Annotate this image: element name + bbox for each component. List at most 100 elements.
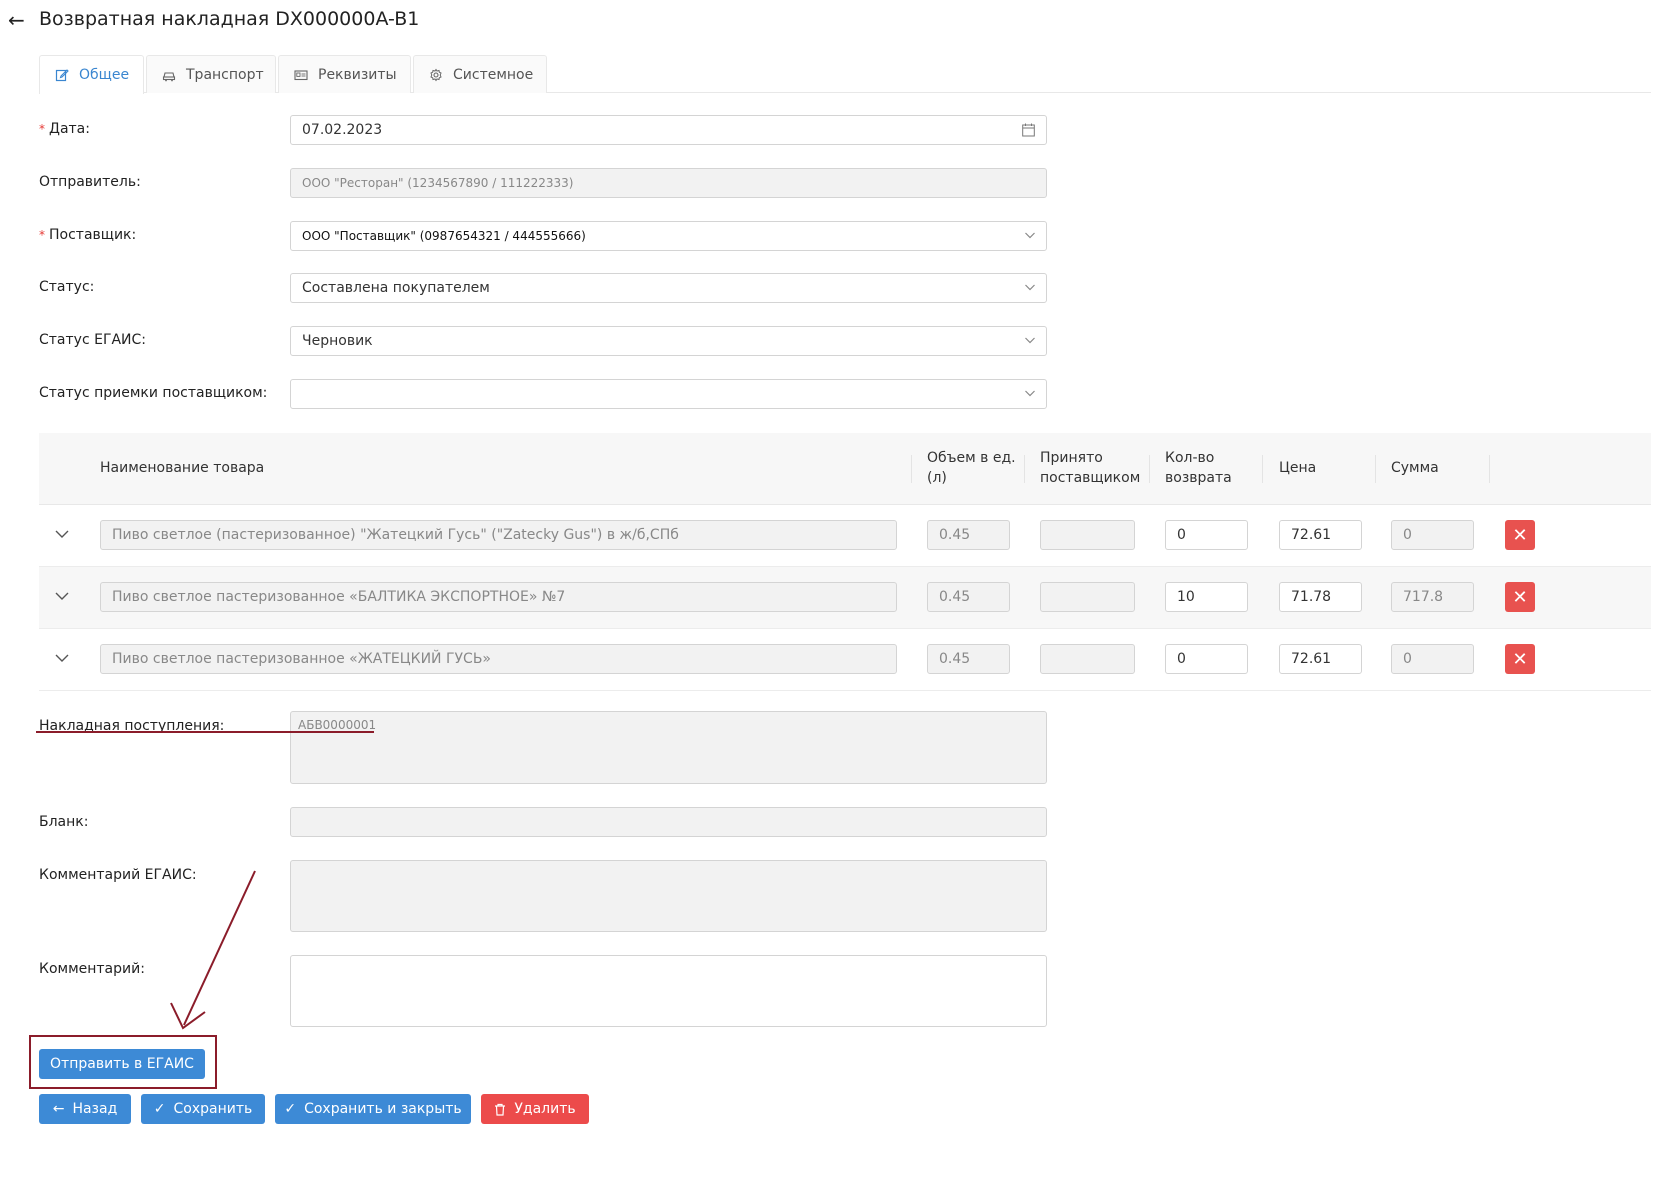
receipt-invoice-field: АБВ0000001	[290, 711, 1047, 784]
check-icon: ✓	[284, 1101, 297, 1117]
product-name-field: Пиво светлое пастеризованное «ЖАТЕЦКИЙ Г…	[100, 644, 897, 674]
supplier-row: * Поставщик: ООО "Поставщик" (0987654321 …	[39, 221, 1049, 251]
calendar-icon[interactable]	[1022, 123, 1035, 137]
header-divider	[1262, 455, 1263, 483]
chevron-down-icon	[1025, 232, 1035, 239]
close-icon: ✕	[1512, 524, 1528, 546]
sender-row: Отправитель: ООО "Ресторан" (1234567890 …	[39, 168, 1049, 198]
qty-input[interactable]: 0	[1165, 644, 1248, 674]
check-icon: ✓	[153, 1101, 166, 1117]
volume-field: 0.45	[927, 520, 1010, 550]
tab-label: Общее	[79, 67, 130, 83]
status-label: Статус:	[39, 279, 95, 295]
tab-system[interactable]: Системное	[413, 55, 547, 93]
annotation-arrow	[170, 870, 256, 1030]
egais-status-row: Статус ЕГАИС: Черновик	[39, 326, 1049, 356]
price-input[interactable]: 72.61	[1279, 644, 1362, 674]
tab-requisites[interactable]: Реквизиты	[278, 55, 411, 93]
tab-general[interactable]: Общее	[39, 55, 144, 94]
supplier-select[interactable]: ООО "Поставщик" (0987654321 / 444555666)	[290, 221, 1047, 251]
qty-input[interactable]: 0	[1165, 520, 1248, 550]
delete-row-button[interactable]: ✕	[1505, 582, 1535, 612]
close-icon: ✕	[1512, 648, 1528, 670]
chevron-down-icon	[1025, 284, 1035, 291]
sum-field: 717.8	[1391, 582, 1474, 612]
chevron-down-icon	[1025, 337, 1035, 344]
acceptance-status-label: Статус приемки поставщиком:	[39, 385, 268, 401]
save-close-button[interactable]: ✓ Сохранить и закрыть	[275, 1094, 471, 1124]
egais-status-select[interactable]: Черновик	[290, 326, 1047, 356]
acceptance-status-row: Статус приемки поставщиком:	[39, 379, 1049, 409]
delete-button[interactable]: Удалить	[481, 1094, 589, 1124]
col-name-header: Наименование товара	[100, 460, 265, 476]
blank-field	[290, 807, 1047, 837]
chevron-down-icon[interactable]	[53, 649, 71, 667]
acceptance-status-select[interactable]	[290, 379, 1047, 409]
blank-row: Бланк:	[39, 807, 1049, 837]
accepted-field	[1040, 582, 1135, 612]
page-title: Возвратная накладная DX000000A-B1	[39, 8, 420, 30]
chevron-down-icon	[1025, 390, 1035, 397]
chevron-down-icon[interactable]	[53, 587, 71, 605]
arrow-left-icon[interactable]: ←	[8, 9, 28, 31]
tab-label: Транспорт	[186, 66, 264, 83]
col-volume-header: Объем в ед. (л)	[927, 450, 1016, 486]
save-button[interactable]: ✓ Сохранить	[141, 1094, 265, 1124]
col-sum-header: Сумма	[1391, 460, 1439, 476]
tab-transport[interactable]: Транспорт	[146, 55, 276, 93]
close-icon: ✕	[1512, 586, 1528, 608]
date-label: * Дата:	[39, 121, 90, 137]
header-divider	[1149, 455, 1150, 483]
volume-field: 0.45	[927, 644, 1010, 674]
table-row: Пиво светлое (пастеризованное) "Жатецкий…	[39, 505, 1651, 567]
back-button[interactable]: ← Назад	[39, 1094, 131, 1124]
table-row: Пиво светлое пастеризованное «ЖАТЕЦКИЙ Г…	[39, 629, 1651, 691]
qty-input[interactable]: 10	[1165, 582, 1248, 612]
sum-field: 0	[1391, 644, 1474, 674]
header: ← Возвратная накладная DX000000A-B1	[0, 0, 1663, 44]
col-price-header: Цена	[1279, 460, 1317, 476]
comment-textarea[interactable]	[290, 955, 1047, 1027]
sender-label: Отправитель:	[39, 174, 141, 190]
accepted-field	[1040, 520, 1135, 550]
tab-label: Реквизиты	[318, 66, 397, 83]
edit-icon	[55, 69, 69, 82]
tab-bar: Общее Транспорт Реквизиты Системное	[39, 55, 1651, 94]
annotation-underline	[36, 731, 374, 733]
col-accepted-header: Принято поставщиком	[1040, 450, 1141, 486]
egais-status-label: Статус ЕГАИС:	[39, 332, 147, 348]
delete-row-button[interactable]: ✕	[1505, 644, 1535, 674]
table-row: Пиво светлое пастеризованное «БАЛТИКА ЭК…	[39, 567, 1651, 629]
product-name-field: Пиво светлое пастеризованное «БАЛТИКА ЭК…	[100, 582, 897, 612]
delete-row-button[interactable]: ✕	[1505, 520, 1535, 550]
price-input[interactable]: 71.78	[1279, 582, 1362, 612]
chevron-down-icon[interactable]	[53, 525, 71, 543]
volume-field: 0.45	[927, 582, 1010, 612]
status-row: Статус: Составлена покупателем	[39, 273, 1049, 303]
product-name-field: Пиво светлое (пастеризованное) "Жатецкий…	[100, 520, 897, 550]
id-card-icon	[294, 69, 308, 80]
date-field[interactable]: 07.02.2023	[290, 115, 1047, 145]
trash-icon	[495, 1103, 506, 1116]
sum-field: 0	[1391, 520, 1474, 550]
col-qty-header: Кол-во возврата	[1165, 450, 1232, 486]
header-divider	[1375, 455, 1376, 483]
sender-field: ООО "Ресторан" (1234567890 / 111222333)	[290, 168, 1047, 198]
send-egais-button[interactable]: Отправить в ЕГАИС	[39, 1049, 205, 1079]
comment-label: Комментарий:	[39, 961, 145, 977]
supplier-label: * Поставщик:	[39, 227, 137, 243]
header-divider	[1489, 455, 1490, 483]
egais-comment-field	[290, 860, 1047, 932]
gear-icon	[430, 68, 442, 81]
price-input[interactable]: 72.61	[1279, 520, 1362, 550]
car-icon	[162, 71, 176, 81]
tab-label: Системное	[453, 66, 534, 83]
header-divider	[911, 455, 912, 483]
arrow-left-icon: ←	[52, 1101, 65, 1117]
date-row: * Дата: 07.02.2023	[39, 115, 1049, 145]
status-select[interactable]: Составлена покупателем	[290, 273, 1047, 303]
receipt-invoice-row: Накладная поступления: АБВ0000001	[39, 711, 1049, 784]
blank-label: Бланк:	[39, 814, 89, 830]
table-header: Наименование товара Объем в ед. (л) Приня…	[39, 433, 1651, 505]
accepted-field	[1040, 644, 1135, 674]
